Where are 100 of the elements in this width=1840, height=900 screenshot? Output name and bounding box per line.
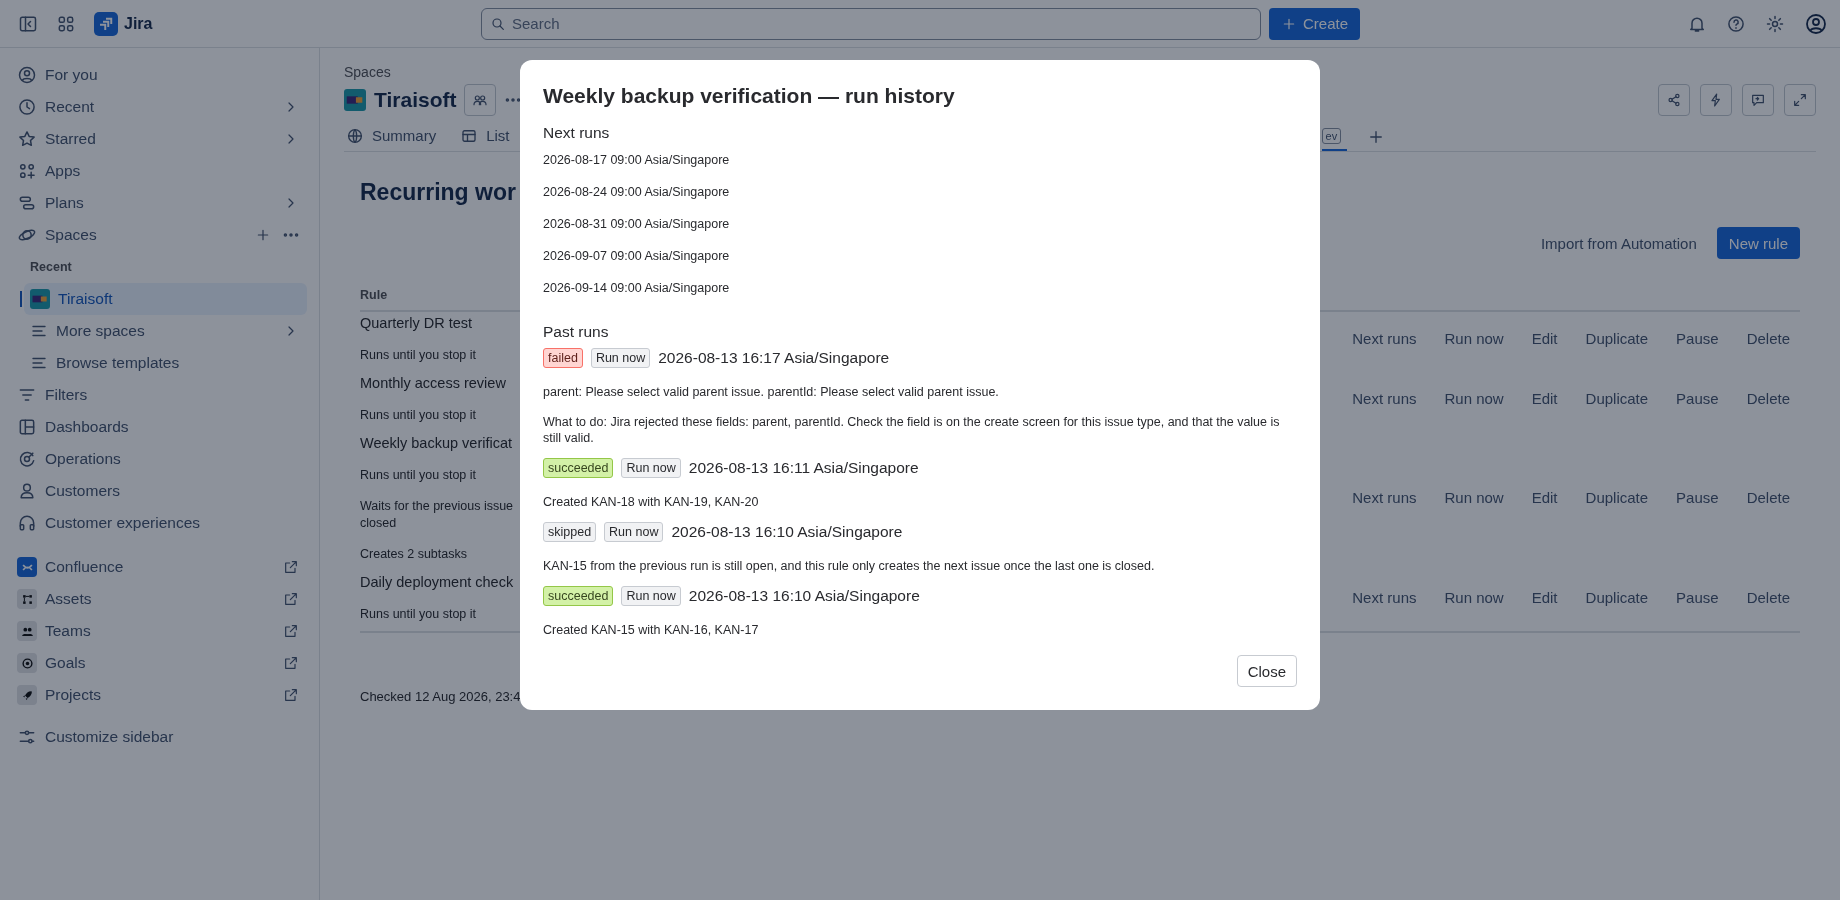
action-link[interactable]: Next runs	[1352, 329, 1417, 347]
status-badge: succeeded	[543, 458, 614, 478]
action-link[interactable]: Run now	[1444, 329, 1504, 347]
run-message: parent: Please select valid parent issue. parentId: Please select valid parent issue.	[543, 384, 1000, 400]
help-icon	[1726, 13, 1746, 34]
run-time: 2026-08-13 16:17 Asia/Singapore	[658, 349, 890, 367]
run-now-button[interactable]: Run now	[621, 586, 681, 606]
search-field[interactable]: Search	[481, 7, 1261, 40]
action-link[interactable]: Edit	[1531, 489, 1558, 506]
sidebar-item[interactable]: Operations	[12, 443, 307, 475]
rule-name: Weekly backup verificat	[360, 434, 513, 453]
run-time: 2026-08-13 16:10 Asia/Singapore	[688, 587, 920, 605]
people-button[interactable]	[464, 84, 497, 116]
rule-name: Daily deployment check	[360, 573, 514, 592]
space-logo-icon	[344, 89, 366, 111]
sidebar-item[interactable]: For you	[12, 59, 307, 91]
section-heading: Next runs	[543, 123, 611, 143]
action-link[interactable]: Pause	[1676, 329, 1719, 347]
action-link[interactable]: Delete	[1746, 588, 1790, 606]
external-link-icon	[283, 655, 299, 671]
share-button[interactable]	[1658, 84, 1690, 116]
tab[interactable]: List	[458, 122, 512, 151]
create-button[interactable]: Create	[1269, 7, 1361, 40]
person-icon	[17, 481, 37, 501]
run-time: 2026-08-13 16:10 Asia/Singapore	[671, 523, 903, 541]
rule-note: Runs until you stop it	[360, 347, 477, 364]
sidebar-item[interactable]: Starred	[12, 123, 307, 155]
sidebar-item[interactable]: Recent	[12, 91, 307, 123]
rule-note: Waits for the previous issue closed	[360, 498, 515, 532]
space-logo-icon	[30, 289, 50, 309]
close-button[interactable]: Close	[1236, 655, 1297, 687]
more-icon	[283, 233, 299, 237]
action-link[interactable]: Run now	[1444, 389, 1504, 407]
new-rule-button[interactable]: New rule	[1716, 227, 1800, 259]
sidebar-item[interactable]: Goals	[12, 647, 307, 679]
action-link[interactable]: Next runs	[1352, 489, 1417, 506]
action-link[interactable]: Delete	[1746, 489, 1790, 506]
external-link-icon	[283, 623, 299, 639]
checked-timestamp: Checked 12 Aug 2026, 23:4	[360, 689, 522, 704]
sidebar-item[interactable]: Customize sidebar	[12, 721, 307, 753]
sidebar-item[interactable]: Projects	[12, 679, 307, 711]
run-message: KAN-15 from the previous run is still open, and this rule only creates the next issue once the last one is closed.	[543, 558, 1156, 574]
action-link[interactable]: Delete	[1746, 389, 1790, 407]
settings-icon	[1765, 13, 1785, 34]
sidebar-item[interactable]: Dashboards	[12, 411, 307, 443]
run-now-button[interactable]: Run now	[590, 348, 651, 368]
plans-icon	[17, 193, 37, 213]
section-heading: Past runs	[543, 322, 610, 342]
sidebar-item[interactable]: Spaces	[12, 219, 307, 251]
expand-button[interactable]	[1784, 84, 1816, 116]
rule-note: Runs until you stop it	[360, 407, 477, 424]
automation-button[interactable]	[1700, 84, 1732, 116]
action-link[interactable]: Run now	[1444, 489, 1504, 506]
assets-icon	[17, 589, 37, 609]
action-link[interactable]: Edit	[1531, 329, 1558, 347]
sliders-icon	[17, 727, 37, 747]
more-icon	[504, 98, 523, 102]
product-name[interactable]: Jira	[124, 14, 153, 33]
sidebar-item[interactable]: Confluence	[12, 551, 307, 583]
run-message: Created KAN-15 with KAN-16, KAN-17	[543, 622, 760, 638]
sidebar-item[interactable]: Plans	[12, 187, 307, 219]
sidebar-item[interactable]: Customer experiences	[12, 507, 307, 539]
action-link[interactable]: Run now	[1444, 588, 1504, 606]
run-now-button[interactable]: Run now	[621, 458, 681, 478]
next-run-time: 2026-08-31 09:00 Asia/Singapore	[543, 216, 731, 232]
sidebar-item[interactable]: Apps	[12, 155, 307, 187]
action-link[interactable]: Duplicate	[1585, 489, 1649, 506]
sidebar-item[interactable]: Browse templates	[24, 347, 307, 379]
headset-icon	[17, 513, 37, 533]
search-icon	[490, 15, 506, 32]
feedback-button[interactable]	[1742, 84, 1774, 116]
rule-note: Runs until you stop it	[360, 467, 477, 484]
action-link[interactable]: Edit	[1531, 389, 1558, 407]
column-header: Rule	[360, 288, 388, 302]
action-link[interactable]: Edit	[1531, 588, 1558, 606]
sidebar-item[interactable]: Teams	[12, 615, 307, 647]
action-link[interactable]: Duplicate	[1585, 329, 1649, 347]
action-link[interactable]: Pause	[1676, 588, 1719, 606]
rule-name: Quarterly DR test	[360, 314, 472, 333]
action-link[interactable]: Next runs	[1352, 389, 1417, 407]
page-heading: Recurring wor	[360, 178, 516, 207]
tab[interactable]: Summary	[344, 122, 439, 151]
status-badge: succeeded	[543, 586, 614, 606]
action-link[interactable]: Pause	[1676, 489, 1719, 506]
product-logo-icon	[94, 11, 118, 36]
rule-note: Creates 2 subtasks	[360, 546, 467, 563]
import-button[interactable]: Import from Automation	[1532, 227, 1705, 259]
action-link[interactable]: Duplicate	[1585, 588, 1649, 606]
action-link[interactable]: Duplicate	[1585, 389, 1649, 407]
sidebar-item[interactable]: Customers	[12, 475, 307, 507]
sidebar-item[interactable]: More spaces	[24, 315, 307, 347]
sidebar-item[interactable]: Filters	[12, 379, 307, 411]
action-link[interactable]: Pause	[1676, 389, 1719, 407]
run-now-button[interactable]: Run now	[604, 522, 664, 542]
action-link[interactable]: Delete	[1746, 329, 1790, 347]
next-run-time: 2026-08-24 09:00 Asia/Singapore	[543, 184, 731, 200]
sidebar-item[interactable]: Assets	[12, 583, 307, 615]
rocket-icon	[17, 685, 37, 705]
action-link[interactable]: Next runs	[1352, 588, 1417, 606]
people-icon	[472, 92, 489, 108]
